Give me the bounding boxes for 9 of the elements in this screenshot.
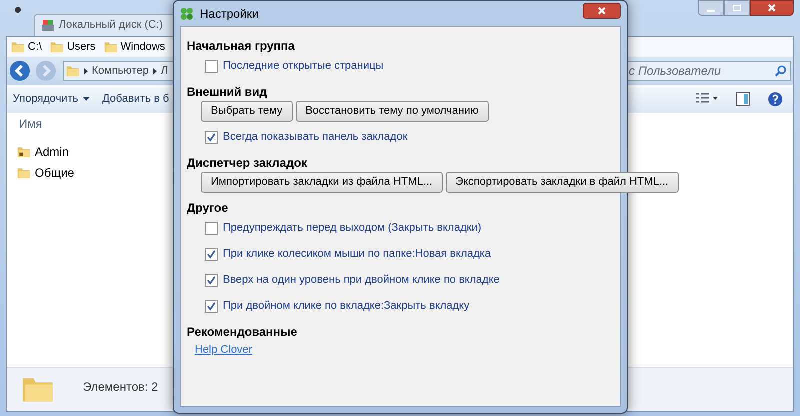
dialog-title: Настройки [200,6,259,22]
section-heading: Другое [187,200,230,215]
search-placeholder: с Пользователи [629,63,722,80]
status-text: Элементов: 2 [83,379,158,396]
section-heading: Диспетчер закладок [187,155,308,170]
section-heading: Рекомендованные [187,324,298,339]
section-heading: Внешний вид [187,84,268,99]
tab-label: Локальный диск (C:) [59,18,164,34]
section-heading: Начальная группа [187,38,296,53]
